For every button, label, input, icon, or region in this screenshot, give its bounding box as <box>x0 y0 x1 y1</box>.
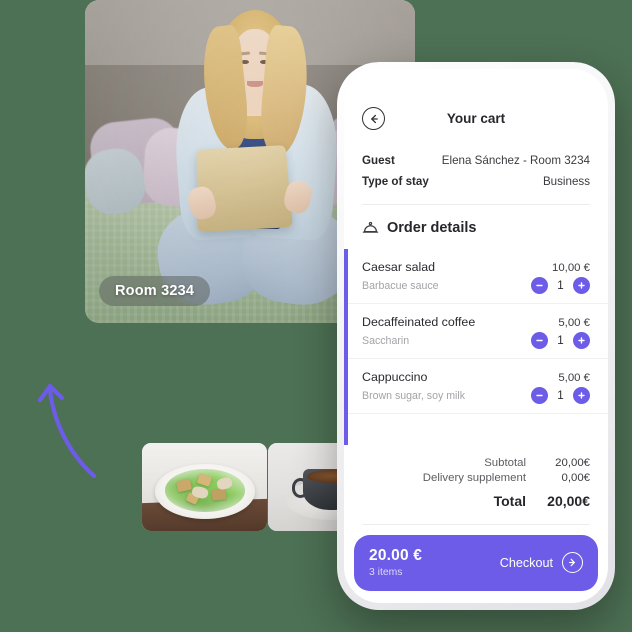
caesar-salad-photo <box>142 443 267 531</box>
quantity-value: 1 <box>557 279 564 292</box>
minus-icon <box>536 339 543 342</box>
arrow-right-circle-icon <box>562 552 583 573</box>
order-items-region: Caesar salad 10,00 € Barbacue sauce 1 De… <box>344 249 608 445</box>
composition-canvas: Room 3234 Your cart Guest Elena Sánchez … <box>0 0 632 632</box>
total-label: Delivery supplement <box>422 472 526 484</box>
checkout-label: Checkout <box>499 555 553 570</box>
info-label: Type of stay <box>362 175 429 188</box>
increase-quantity-button[interactable] <box>573 387 590 404</box>
minus-icon <box>536 284 543 287</box>
grand-total-label: Total <box>493 493 526 509</box>
info-value: Elena Sánchez - Room 3234 <box>441 154 590 167</box>
room-badge: Room 3234 <box>99 276 211 306</box>
quantity-stepper[interactable]: 1 <box>531 277 590 294</box>
accent-bar <box>344 249 348 445</box>
quantity-stepper[interactable]: 1 <box>531 387 590 404</box>
quantity-value: 1 <box>557 334 564 347</box>
item-price: 5,00 € <box>558 317 590 329</box>
item-note: Barbacue sauce <box>362 279 439 292</box>
cart-screen: Your cart Guest Elena Sánchez - Room 323… <box>344 69 608 603</box>
curved-arrow-decoration <box>37 383 97 479</box>
order-details-title: Order details <box>387 220 477 236</box>
arrow-left-icon <box>370 114 378 123</box>
total-row-delivery: Delivery supplement 0,00€ <box>362 472 590 484</box>
item-bottom-line: Brown sugar, soy milk 1 <box>362 387 590 404</box>
item-name: Decaffeinated coffee <box>362 315 476 329</box>
order-items-list: Caesar salad 10,00 € Barbacue sauce 1 De… <box>344 249 608 414</box>
info-row-type-of-stay: Type of stay Business <box>362 175 590 188</box>
total-label: Subtotal <box>484 457 526 469</box>
total-row-grand: Total 20,00€ <box>362 493 590 509</box>
item-bottom-line: Barbacue sauce 1 <box>362 277 590 294</box>
minus-icon <box>536 394 543 397</box>
arrow-right-icon <box>569 558 575 567</box>
list-item[interactable]: Cappuccino 5,00 € Brown sugar, soy milk <box>344 359 608 414</box>
grand-total-value: 20,00€ <box>547 493 590 509</box>
increase-quantity-button[interactable] <box>573 332 590 349</box>
decrease-quantity-button[interactable] <box>531 387 548 404</box>
item-top-line: Decaffeinated coffee 5,00 € <box>362 315 590 329</box>
info-label: Guest <box>362 154 395 167</box>
plus-icon <box>578 282 585 289</box>
total-value: 0,00€ <box>561 472 590 484</box>
info-value: Business <box>542 175 590 188</box>
item-price: 10,00 € <box>551 262 590 274</box>
checkout-items-count: 3 items <box>369 567 403 578</box>
plus-icon <box>578 337 585 344</box>
quantity-stepper[interactable]: 1 <box>531 332 590 349</box>
checkout-amount: 20.00 € <box>369 547 423 564</box>
item-bottom-line: Saccharin 1 <box>362 332 590 349</box>
order-details-header: Order details <box>344 205 608 249</box>
guest-info: Guest Elena Sánchez - Room 3234 Type of … <box>344 142 608 196</box>
decrease-quantity-button[interactable] <box>531 332 548 349</box>
checkout-button[interactable]: Checkout <box>500 552 583 573</box>
app-header: Your cart <box>344 69 608 142</box>
crouton <box>211 488 227 500</box>
item-note: Saccharin <box>362 334 410 347</box>
item-name: Cappuccino <box>362 370 428 384</box>
phone-screen: Your cart Guest Elena Sánchez - Room 323… <box>344 69 608 603</box>
item-top-line: Caesar salad 10,00 € <box>362 260 590 274</box>
list-item[interactable]: Caesar salad 10,00 € Barbacue sauce 1 <box>344 249 608 304</box>
phone-mockup: Your cart Guest Elena Sánchez - Room 323… <box>337 62 615 610</box>
total-value: 20,00€ <box>555 457 590 469</box>
plus-icon <box>578 392 585 399</box>
total-row-subtotal: Subtotal 20,00€ <box>362 457 590 469</box>
item-name: Caesar salad <box>362 260 436 274</box>
room-service-cloche-icon <box>362 221 379 233</box>
back-button[interactable] <box>362 107 385 130</box>
item-top-line: Cappuccino 5,00 € <box>362 370 590 384</box>
totals-section: Subtotal 20,00€ Delivery supplement 0,00… <box>344 445 608 524</box>
info-row-guest: Guest Elena Sánchez - Room 3234 <box>362 154 590 167</box>
checkout-region: 20.00 € 3 items Checkout <box>344 525 608 603</box>
decrease-quantity-button[interactable] <box>531 277 548 294</box>
checkout-summary: 20.00 € 3 items <box>369 547 422 578</box>
item-price: 5,00 € <box>558 372 590 384</box>
quantity-value: 1 <box>557 389 564 402</box>
list-item[interactable]: Decaffeinated coffee 5,00 € Saccharin 1 <box>344 304 608 359</box>
item-note: Brown sugar, soy milk <box>362 389 466 402</box>
checkout-bar[interactable]: 20.00 € 3 items Checkout <box>354 535 598 591</box>
increase-quantity-button[interactable] <box>573 277 590 294</box>
